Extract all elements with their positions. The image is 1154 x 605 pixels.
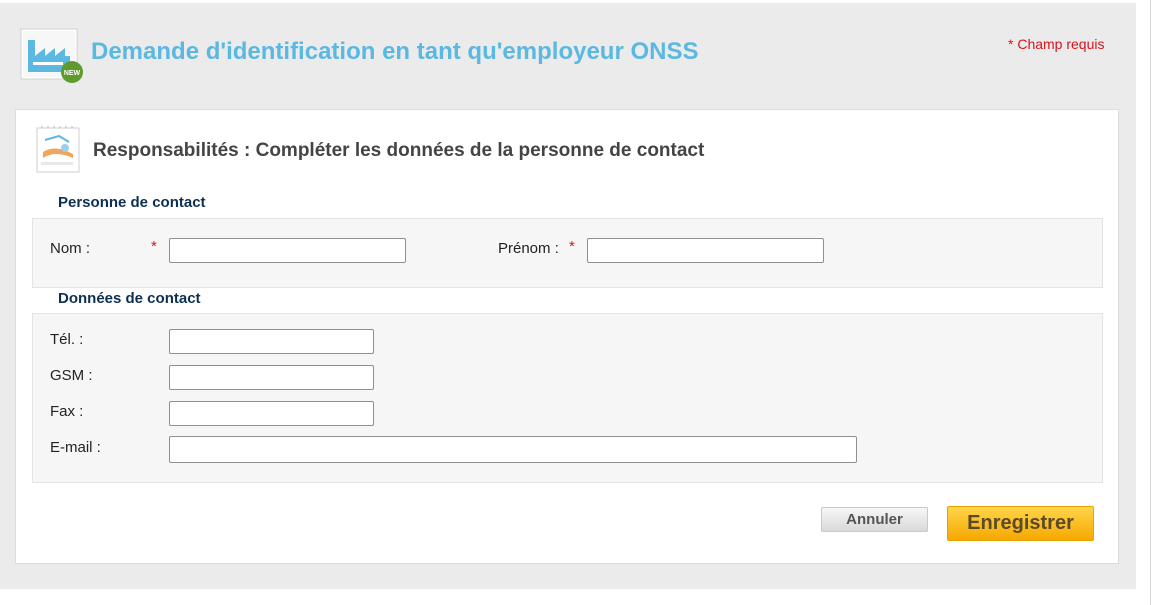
- email-label: E-mail :: [50, 439, 101, 456]
- gsm-label: GSM :: [50, 367, 93, 384]
- fax-label: Fax :: [50, 403, 84, 420]
- required-field-note: * Champ requis: [1008, 36, 1105, 52]
- email-input[interactable]: [169, 436, 857, 463]
- prenom-label: Prénom :: [498, 240, 559, 257]
- save-button[interactable]: Enregistrer: [947, 506, 1094, 541]
- page-edge-divider: [1150, 0, 1151, 605]
- group-title-person: Personne de contact: [58, 194, 206, 211]
- fax-input[interactable]: [169, 401, 374, 426]
- nom-required-mark: *: [151, 238, 157, 255]
- factory-new-icon: NEW: [20, 26, 84, 84]
- page-title: Demande d'identification en tant qu'empl…: [91, 38, 699, 65]
- tel-label: Tél. :: [50, 331, 84, 348]
- section-title: Responsabilités : Compléter les données …: [93, 140, 705, 161]
- contact-form-icon: [35, 126, 83, 174]
- new-badge-text: NEW: [64, 70, 81, 77]
- gsm-input[interactable]: [169, 365, 374, 390]
- nom-label: Nom :: [50, 240, 91, 257]
- prenom-required-mark: *: [569, 238, 575, 255]
- group-title-contact: Données de contact: [58, 290, 201, 307]
- cancel-button[interactable]: Annuler: [821, 507, 928, 532]
- prenom-input[interactable]: [587, 238, 824, 263]
- tel-input[interactable]: [169, 329, 374, 354]
- nom-input[interactable]: [169, 238, 406, 263]
